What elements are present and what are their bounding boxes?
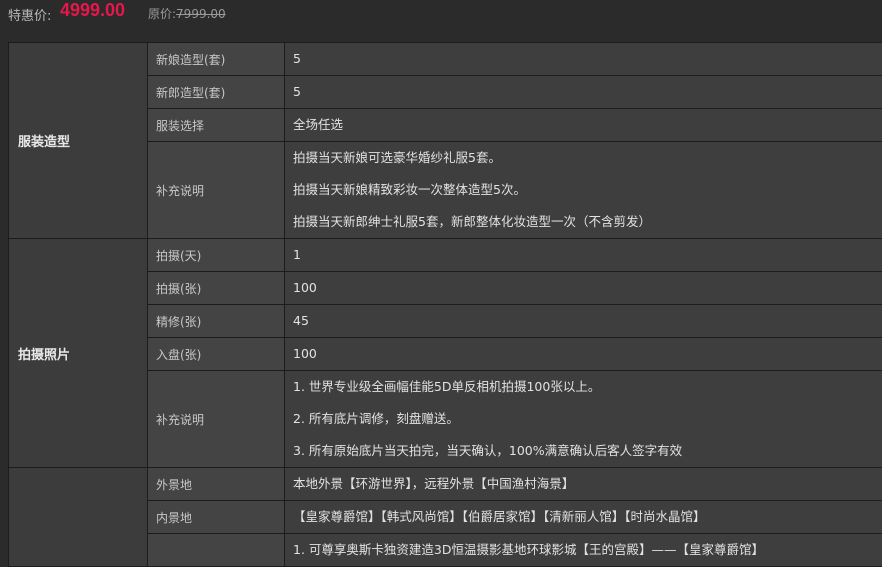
group-label: 拍摄照片	[9, 239, 148, 468]
spec-value-line: 1. 可尊享奥斯卡独资建造3D恒温摄影基地环球影城【王的宫殿】——【皇家尊爵馆】	[293, 534, 882, 566]
package-spec-table: 服装造型新娘造型(套)5新郎造型(套)5服装选择全场任选补充说明拍摄当天新娘可选…	[8, 42, 882, 567]
spec-key: 补充说明	[148, 371, 285, 468]
spec-value: 1. 世界专业级全画幅佳能5D单反相机拍摄100张以上。2. 所有底片调修，刻盘…	[285, 371, 882, 468]
spec-value: 1	[285, 239, 882, 272]
spec-value: 全场任选	[285, 109, 882, 142]
spec-key: 精修(张)	[148, 305, 285, 338]
spec-value-line: 拍摄当天新郎绅士礼服5套，新郎整体化妆造型一次（不含剪发）	[293, 206, 882, 238]
group-label	[9, 468, 148, 567]
spec-value-line: 3. 所有原始底片当天拍完，当天确认，100%满意确认后客人签字有效	[293, 435, 882, 467]
spec-value-line: 45	[293, 305, 882, 337]
spec-row: 拍摄照片拍摄(天)1	[9, 239, 882, 272]
spec-row: 服装造型新娘造型(套)5	[9, 43, 882, 76]
original-price-label: 原价:	[148, 7, 176, 21]
spec-value-line: 5	[293, 76, 882, 108]
spec-key: 新娘造型(套)	[148, 43, 285, 76]
spec-value-line: 【皇家尊爵馆】【韩式风尚馆】【伯爵居家馆】【清新丽人馆】【时尚水晶馆】	[293, 501, 882, 533]
spec-value: 拍摄当天新娘可选豪华婚纱礼服5套。拍摄当天新娘精致彩妆一次整体造型5次。拍摄当天…	[285, 142, 882, 239]
spec-key: 服装选择	[148, 109, 285, 142]
spec-key: 入盘(张)	[148, 338, 285, 371]
spec-row: 外景地本地外景【环游世界】，远程外景【中国渔村海景】	[9, 468, 882, 501]
spec-value: 1. 可尊享奥斯卡独资建造3D恒温摄影基地环球影城【王的宫殿】——【皇家尊爵馆】	[285, 534, 882, 567]
spec-key: 内景地	[148, 501, 285, 534]
group-label: 服装造型	[9, 43, 148, 239]
special-price-label: 特惠价:	[8, 5, 51, 24]
spec-value-line: 全场任选	[293, 109, 882, 141]
spec-value-line: 1	[293, 239, 882, 271]
spec-key: 拍摄(张)	[148, 272, 285, 305]
spec-value-line: 2. 所有底片调修，刻盘赠送。	[293, 403, 882, 435]
spec-key	[148, 534, 285, 567]
spec-value-line: 100	[293, 272, 882, 304]
spec-key: 新郎造型(套)	[148, 76, 285, 109]
original-price: 原价:7999.00	[148, 5, 226, 22]
spec-value: 【皇家尊爵馆】【韩式风尚馆】【伯爵居家馆】【清新丽人馆】【时尚水晶馆】	[285, 501, 882, 534]
spec-value-line: 5	[293, 43, 882, 75]
original-price-value: 7999.00	[176, 7, 226, 21]
special-price-value: 4999.00	[60, 0, 125, 21]
spec-value-line: 本地外景【环游世界】，远程外景【中国渔村海景】	[293, 468, 882, 500]
spec-value: 5	[285, 43, 882, 76]
price-bar: 特惠价: 4999.00 原价:7999.00	[0, 0, 882, 26]
spec-value-line: 拍摄当天新娘精致彩妆一次整体造型5次。	[293, 174, 882, 206]
spec-value: 5	[285, 76, 882, 109]
spec-value: 45	[285, 305, 882, 338]
spec-value: 100	[285, 338, 882, 371]
spec-key: 外景地	[148, 468, 285, 501]
spec-value-line: 1. 世界专业级全画幅佳能5D单反相机拍摄100张以上。	[293, 371, 882, 403]
spec-value: 本地外景【环游世界】，远程外景【中国渔村海景】	[285, 468, 882, 501]
spec-key: 补充说明	[148, 142, 285, 239]
spec-value: 100	[285, 272, 882, 305]
spec-value-line: 100	[293, 338, 882, 370]
spec-key: 拍摄(天)	[148, 239, 285, 272]
spec-value-line: 拍摄当天新娘可选豪华婚纱礼服5套。	[293, 142, 882, 174]
